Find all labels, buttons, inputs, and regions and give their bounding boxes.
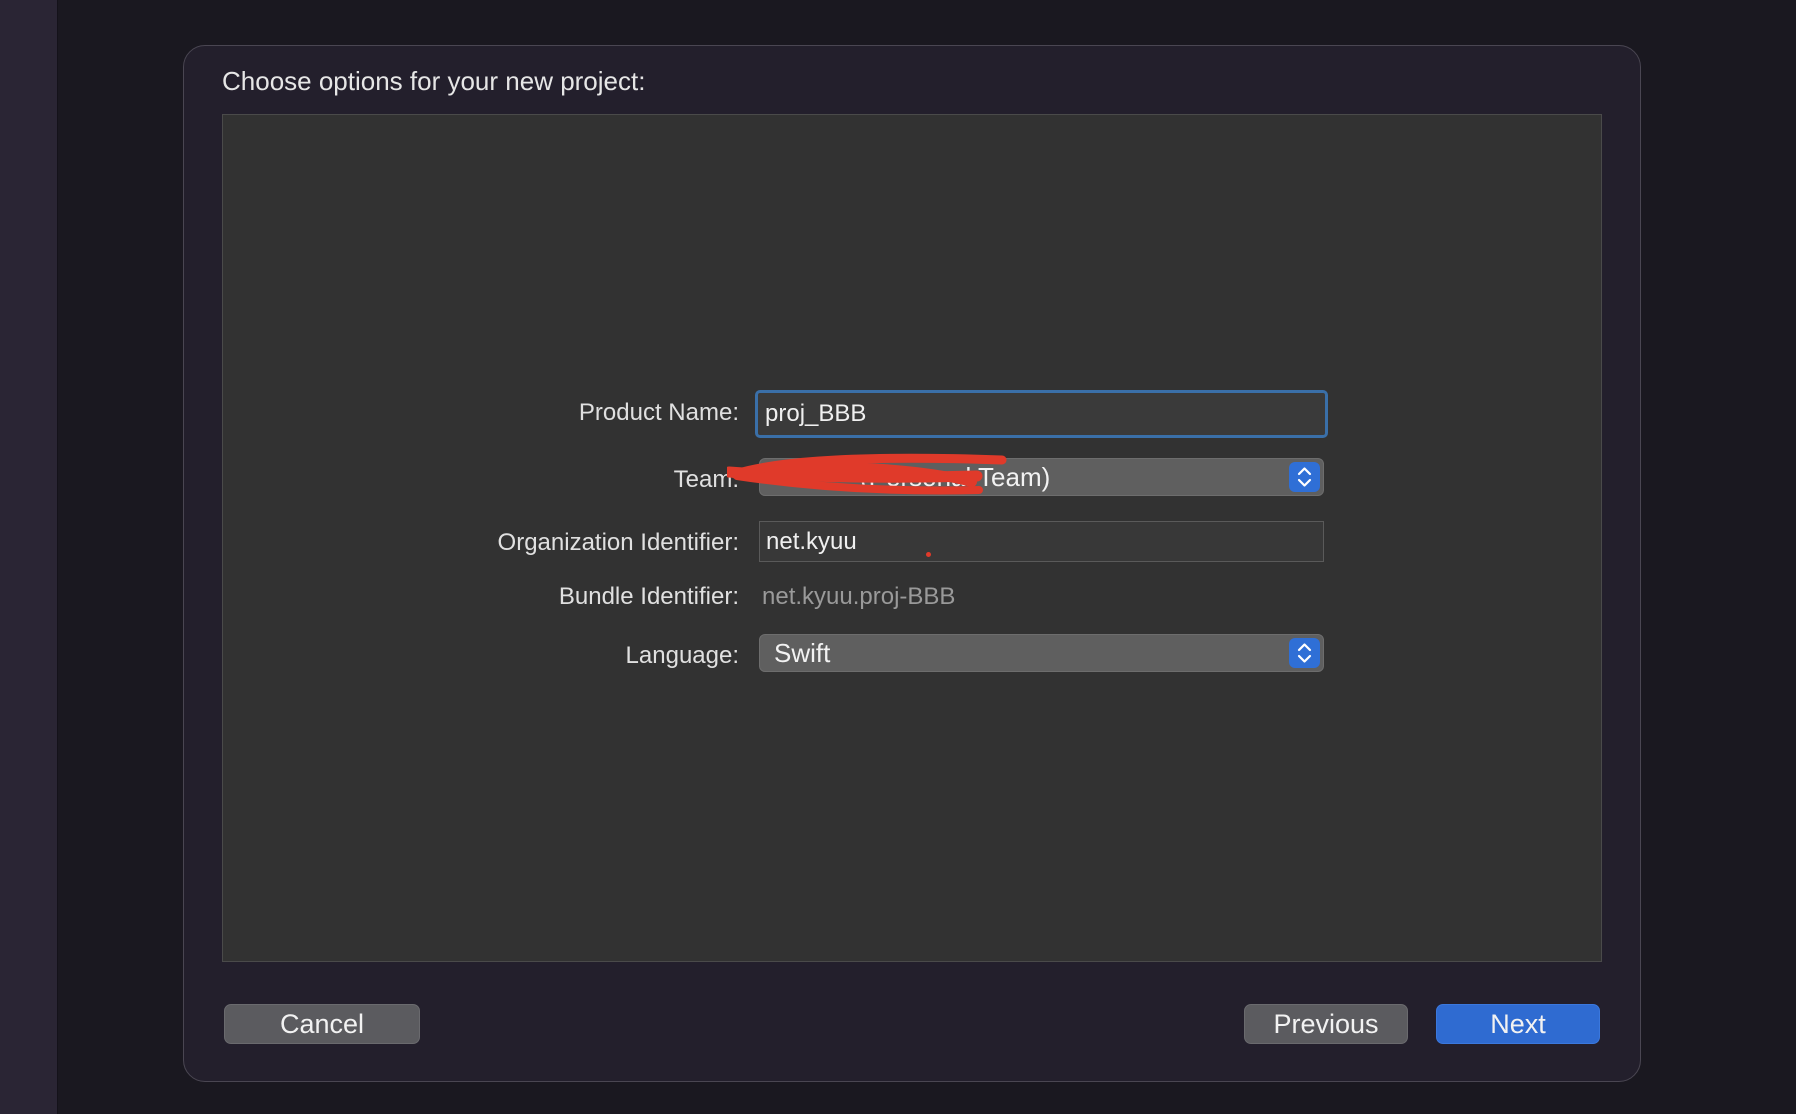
organization-identifier-label: Organization Identifier:: [497, 529, 739, 556]
red-dot-mark: [926, 552, 931, 557]
organization-identifier-field[interactable]: net.kyuu: [759, 521, 1324, 562]
product-name-label: Product Name:: [578, 399, 739, 426]
chevron-up-down-icon: [1289, 462, 1320, 492]
next-button[interactable]: Next: [1436, 1004, 1600, 1044]
team-popup[interactable]: (Personal Team): [759, 458, 1324, 496]
bundle-identifier-value: net.kyuu.proj-BBB: [762, 583, 956, 610]
previous-button[interactable]: Previous: [1244, 1004, 1408, 1044]
sidebar-strip: [0, 0, 58, 1114]
product-name-field[interactable]: proj_BBB: [755, 390, 1328, 438]
sheet-title: Choose options for your new project:: [222, 66, 646, 96]
product-name-value: proj_BBB: [765, 400, 867, 427]
language-popup[interactable]: Swift: [759, 634, 1324, 672]
language-label: Language:: [625, 642, 739, 669]
organization-identifier-value: net.kyuu: [766, 527, 857, 555]
team-label: Team:: [673, 466, 739, 493]
bundle-identifier-label: Bundle Identifier:: [558, 583, 739, 610]
chevron-up-down-icon: [1289, 638, 1320, 668]
team-value: (Personal Team): [860, 461, 1051, 492]
cancel-button[interactable]: Cancel: [224, 1004, 420, 1044]
language-value: Swift: [774, 637, 831, 668]
